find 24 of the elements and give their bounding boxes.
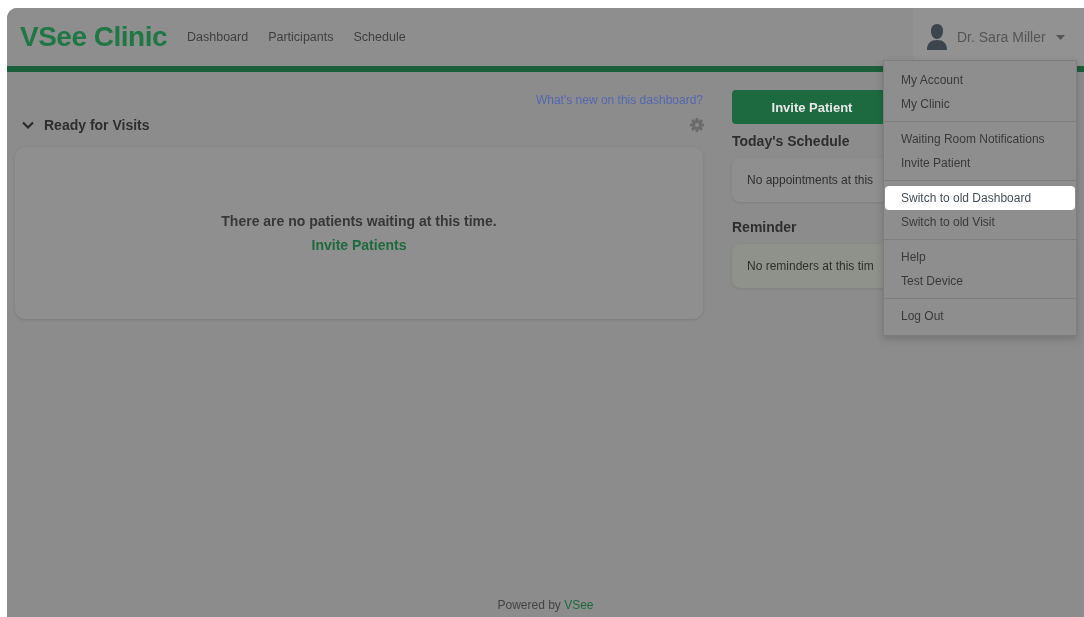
- invite-patients-link[interactable]: Invite Patients: [311, 237, 407, 253]
- caret-icon: [1055, 34, 1065, 40]
- menu-item[interactable]: Waiting Room Notifications: [885, 127, 1075, 151]
- footer-text: Powered by VSee: [496, 598, 595, 614]
- menu-item[interactable]: Test Device: [885, 269, 1075, 293]
- settings-icon[interactable]: [690, 118, 704, 132]
- empty-message: There are no patients waiting at this time.: [221, 213, 497, 229]
- menu-item[interactable]: My Account: [885, 68, 1075, 92]
- nav-link[interactable]: Schedule: [353, 30, 406, 44]
- chevron-icon: [22, 119, 34, 131]
- menu-item[interactable]: Invite Patient: [885, 151, 1075, 175]
- schedule-message: No appointments at this: [747, 173, 874, 187]
- user-menu-button[interactable]: Dr. Sara Miller: [913, 8, 1084, 66]
- schedule-heading: Today's Schedule: [732, 133, 850, 149]
- menu-item[interactable]: Log Out: [885, 304, 1075, 328]
- reminder-message: No reminders at this tim: [747, 259, 874, 273]
- reminder-heading: Reminder: [732, 219, 797, 235]
- menu-item[interactable]: Switch to old Visit: [885, 210, 1075, 234]
- menu-item[interactable]: Switch to old Dashboard: [885, 186, 1075, 210]
- section-toggle[interactable]: Ready for Visits: [22, 117, 150, 133]
- user-avatar-icon: [927, 24, 947, 50]
- nav-link[interactable]: Participants: [268, 30, 334, 44]
- menu-item[interactable]: Help: [885, 245, 1075, 269]
- nav-link[interactable]: Dashboard: [187, 30, 249, 44]
